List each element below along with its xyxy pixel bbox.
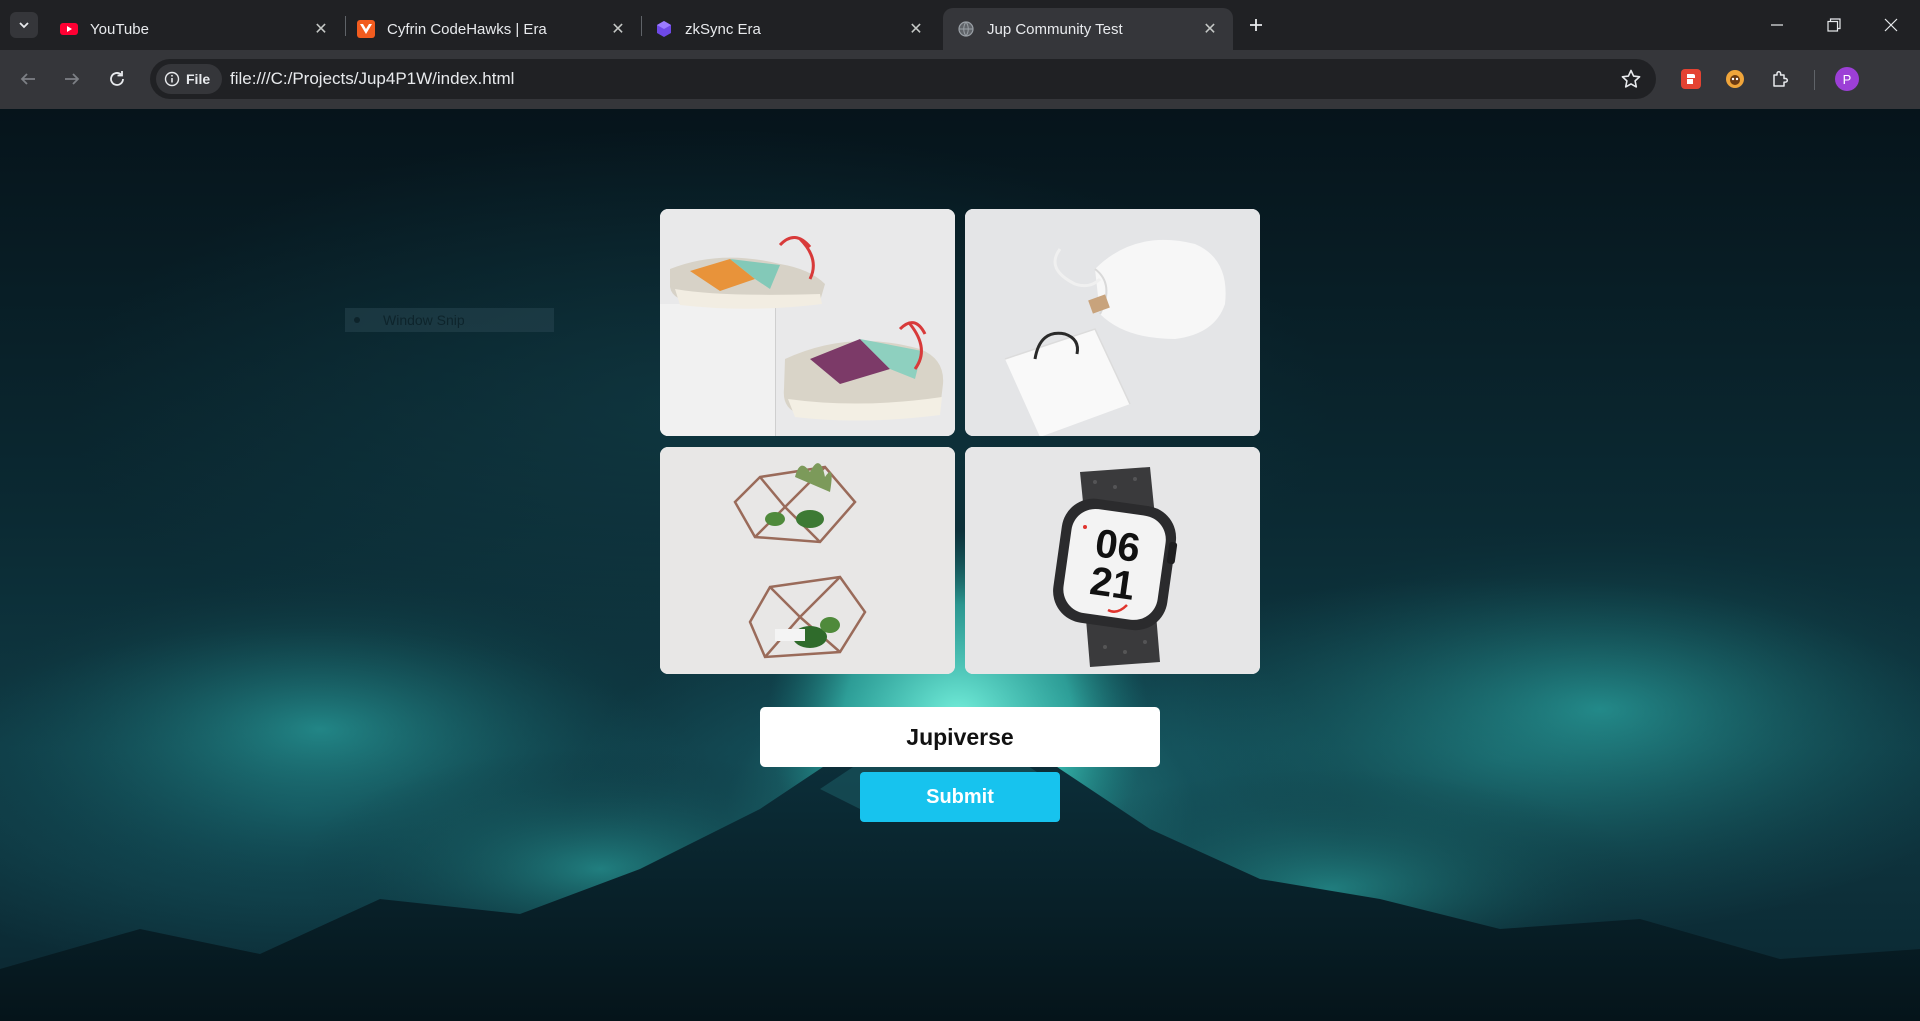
tab-search-button[interactable]: [10, 12, 38, 38]
reload-icon: [110, 71, 124, 86]
browser-toolbar: File file:///C:/Projects/Jup4P1W/index.h…: [0, 50, 1920, 109]
bookmark-button[interactable]: [1620, 68, 1642, 95]
answer-input[interactable]: [760, 707, 1160, 767]
submit-button[interactable]: Submit: [860, 772, 1060, 822]
tab-zksync[interactable]: zkSync Era ✕: [641, 8, 939, 50]
geometric-planters-photo: [660, 447, 955, 674]
tab-title: zkSync Era: [685, 20, 761, 38]
arrow-left-icon: [20, 73, 35, 85]
minimize-icon: [1771, 24, 1783, 26]
watch-minutes-text: 21: [1087, 559, 1137, 609]
plus-icon: [1250, 19, 1262, 31]
restore-icon: [1827, 18, 1841, 32]
globe-icon: [958, 21, 974, 37]
tab-title: Jup Community Test: [987, 20, 1123, 38]
reload-button[interactable]: [100, 62, 134, 96]
close-icon: [1884, 18, 1898, 32]
sneakers-photo: [660, 209, 955, 436]
window-snip-label: Window Snip: [345, 308, 554, 332]
page-viewport: Window Snip 06 21 Jupiverse Submit: [0, 109, 1920, 1021]
tab-codehawks[interactable]: Cyfrin CodeHawks | Era ✕: [343, 8, 641, 50]
close-tab-icon[interactable]: ✕: [1199, 18, 1221, 40]
site-info-chip[interactable]: File: [156, 64, 222, 94]
back-button[interactable]: [11, 62, 45, 96]
close-tab-icon[interactable]: ✕: [905, 18, 927, 40]
extension-button[interactable]: [1722, 66, 1748, 92]
puzzle-icon: [1773, 70, 1789, 87]
close-tab-icon[interactable]: ✕: [310, 18, 332, 40]
close-tab-icon[interactable]: ✕: [607, 18, 629, 40]
restore-button[interactable]: [1805, 0, 1863, 50]
address-bar[interactable]: File file:///C:/Projects/Jup4P1W/index.h…: [150, 59, 1656, 99]
bullet-dot: [354, 317, 360, 323]
minimize-button[interactable]: [1748, 0, 1806, 50]
tab-strip: YouTube ✕ Cyfrin CodeHawks | Era ✕ zkSyn…: [0, 0, 1920, 50]
extension-button[interactable]: [1678, 66, 1704, 92]
bag-and-pouch-photo: [965, 209, 1260, 436]
site-info-label: File: [186, 71, 211, 87]
codehawks-icon: [357, 20, 375, 38]
todoist-extension-icon: [1681, 69, 1701, 89]
background-landscape: [0, 519, 1920, 1021]
extensions-menu-button[interactable]: [1767, 66, 1793, 92]
zksync-icon: [657, 21, 671, 37]
tab-jup-community-test[interactable]: Jup Community Test ✕: [943, 8, 1233, 50]
tab-title: YouTube: [90, 20, 149, 38]
star-icon: [1621, 69, 1641, 88]
fox-extension-icon: [1726, 70, 1744, 88]
smartwatch-photo: 06 21: [965, 447, 1260, 674]
close-window-button[interactable]: [1862, 0, 1920, 50]
info-icon: [164, 71, 180, 87]
youtube-icon: [60, 23, 78, 35]
tab-youtube[interactable]: YouTube ✕: [46, 8, 344, 50]
new-tab-button[interactable]: [1242, 12, 1270, 38]
tab-title: Cyfrin CodeHawks | Era: [387, 20, 547, 38]
url-text[interactable]: file:///C:/Projects/Jup4P1W/index.html: [230, 69, 514, 89]
forward-button[interactable]: [55, 62, 89, 96]
profile-avatar[interactable]: P: [1835, 67, 1859, 91]
chevron-down-icon: [19, 22, 29, 29]
toolbar-divider: [1814, 70, 1815, 90]
arrow-right-icon: [65, 73, 80, 85]
